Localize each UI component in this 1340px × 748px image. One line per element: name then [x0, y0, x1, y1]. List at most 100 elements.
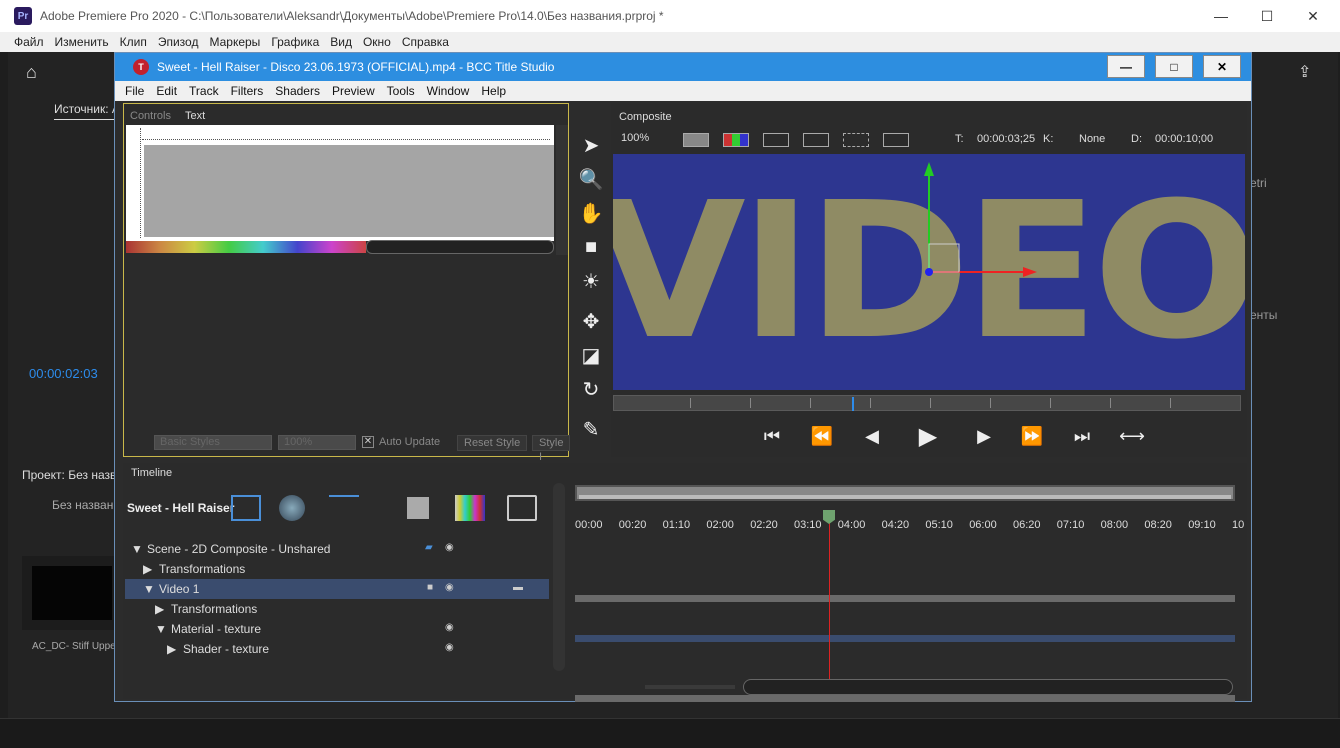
bcc-menu-item[interactable]: Track — [189, 84, 219, 98]
close-icon[interactable]: ✕ — [1290, 0, 1336, 32]
color-swatch-icon[interactable]: ■ — [427, 582, 433, 593]
tab-controls[interactable]: Controls — [130, 110, 171, 122]
controls-vertical-scrollbar[interactable] — [556, 125, 568, 255]
menu-item[interactable]: Справка — [402, 35, 449, 49]
menu-item[interactable]: Эпизод — [158, 35, 199, 49]
bcc-menu-item[interactable]: Edit — [156, 84, 177, 98]
bcc-menu-item[interactable]: Help — [481, 84, 506, 98]
track-row-transformations[interactable]: ▶ Transformations — [125, 559, 549, 579]
bcc-menu-item[interactable]: Filters — [231, 84, 264, 98]
timeline-vertical-scrollbar[interactable] — [553, 483, 565, 671]
work-area-range-bar[interactable] — [575, 485, 1235, 501]
composite-layer-icon[interactable] — [231, 495, 261, 521]
bcc-menu-item[interactable]: Shaders — [275, 84, 320, 98]
color-bars-icon[interactable] — [455, 495, 485, 521]
bcc-maximize-icon[interactable]: □ — [1155, 55, 1193, 78]
hand-icon[interactable]: ✋ — [577, 199, 605, 227]
auto-update-checkbox[interactable]: ✕ — [362, 436, 374, 448]
minimize-icon[interactable]: — — [1198, 0, 1244, 32]
go-to-end-icon[interactable]: ⏭ — [1065, 423, 1099, 449]
clip-thumbnail[interactable] — [22, 556, 122, 630]
project-tab[interactable]: Проект: Без назва — [22, 468, 123, 482]
color-gradient-bar[interactable] — [126, 241, 366, 253]
bcc-menu-item[interactable]: Tools — [387, 84, 415, 98]
time-ruler[interactable]: 00:00 00:20 01:10 02:00 02:20 03:10 04:00 04:20… — [575, 519, 1244, 539]
folder-icon[interactable]: ▰ — [425, 542, 433, 553]
t-timecode: 00:00:03;25 — [977, 133, 1036, 145]
menu-item[interactable]: Файл — [14, 35, 44, 49]
composite-viewer[interactable]: VIDEO — [613, 154, 1245, 390]
menu-item[interactable]: Клип — [120, 35, 147, 49]
text-scrollbar[interactable] — [366, 240, 554, 254]
scale-icon[interactable]: ◪ — [577, 341, 605, 369]
track-row-scene[interactable]: ▼ Scene - 2D Composite - Unshared ▰ ◉ — [125, 539, 549, 559]
eye-icon[interactable]: ◉ — [445, 642, 454, 653]
maximize-icon[interactable]: ☐ — [1244, 0, 1290, 32]
sphere-object-icon[interactable] — [279, 495, 305, 521]
eye-icon[interactable]: ◉ — [445, 582, 454, 593]
zoom-dropdown[interactable]: 100% — [621, 132, 649, 144]
rotate-icon[interactable]: ↻ — [577, 375, 605, 403]
timeline-horizontal-scrollbar[interactable] — [743, 679, 1233, 695]
play-icon[interactable]: ▶ — [911, 423, 945, 450]
tab-timeline[interactable]: Timeline — [131, 467, 172, 479]
reset-style-button[interactable]: Reset Style — [457, 435, 528, 451]
timeline-zoom-slider[interactable] — [645, 685, 735, 689]
source-timecode[interactable]: 00:00:02:03 — [29, 366, 98, 381]
rewind-icon[interactable]: ⏪ — [805, 423, 839, 449]
split-view-icon[interactable] — [883, 133, 909, 147]
zoom-icon[interactable]: 🔍 — [577, 165, 605, 193]
source-tab[interactable]: Источник: A — [54, 102, 120, 120]
move-icon[interactable]: ✥ — [577, 307, 605, 335]
menu-item[interactable]: Маркеры — [209, 35, 260, 49]
eye-icon[interactable]: ◉ — [445, 622, 454, 633]
step-forward-icon[interactable]: ▶ — [967, 423, 1001, 449]
basic-styles-input[interactable]: Basic Styles — [154, 435, 272, 450]
safe-area-icon[interactable] — [763, 133, 789, 147]
channels-icon[interactable] — [723, 133, 749, 147]
menu-item[interactable]: Изменить — [55, 35, 109, 49]
style-button[interactable]: Style I — [532, 435, 571, 463]
bcc-close-icon[interactable]: ✕ — [1203, 55, 1241, 78]
track-row-transformations[interactable]: ▶ Transformations — [125, 599, 549, 619]
light-icon[interactable]: ☀ — [577, 267, 605, 295]
text-edit-area[interactable] — [144, 145, 554, 237]
track-bar-scene[interactable] — [575, 595, 1235, 602]
select-arrow-icon[interactable]: ➤ — [577, 131, 605, 159]
go-to-start-icon[interactable]: ⏮ — [755, 423, 789, 449]
transform-gizmo-icon[interactable] — [613, 154, 1245, 390]
guides-icon[interactable] — [803, 133, 829, 147]
home-icon[interactable]: ⌂ — [26, 62, 37, 83]
camera-view-icon[interactable] — [843, 133, 869, 147]
track-row-video-1[interactable]: ▼ Video 1 ■ ◉ ▬ — [125, 579, 549, 599]
track-bar-shader[interactable] — [575, 695, 1235, 702]
loop-icon[interactable]: ⟷ — [1115, 423, 1149, 449]
share-icon[interactable]: ⇪ — [1298, 62, 1311, 82]
text-editor[interactable] — [126, 125, 554, 241]
eye-icon[interactable]: ◉ — [445, 542, 454, 553]
bcc-menu-item[interactable]: File — [125, 84, 144, 98]
tab-composite[interactable]: Composite — [619, 111, 672, 123]
add-track-icon[interactable] — [329, 495, 359, 521]
menu-item[interactable]: Вид — [330, 35, 352, 49]
track-bar-video-1[interactable] — [575, 635, 1235, 642]
track-row-shader[interactable]: ▶ Shader - texture ◉ — [125, 639, 549, 659]
bcc-minimize-icon[interactable]: — — [1107, 55, 1145, 78]
step-back-icon[interactable]: ◀ — [855, 423, 889, 449]
percent-input[interactable]: 100% — [278, 435, 356, 450]
background-color-icon[interactable] — [683, 133, 709, 147]
track-row-material[interactable]: ▼ Material - texture ◉ — [125, 619, 549, 639]
menu-item[interactable]: Окно — [363, 35, 391, 49]
bcc-menu-item[interactable]: Window — [427, 84, 470, 98]
bcc-menu-item[interactable]: Preview — [332, 84, 375, 98]
camera-icon[interactable]: ■ — [577, 233, 605, 261]
pen-icon[interactable]: ✎ — [577, 415, 605, 443]
timeline-clip-name: Sweet - Hell Raiser — [127, 501, 235, 515]
lock-icon[interactable]: ▬ — [513, 582, 523, 593]
tab-text[interactable]: Text — [185, 110, 205, 122]
fast-forward-icon[interactable]: ⏩ — [1015, 423, 1049, 449]
color-swatch-icon[interactable] — [407, 497, 429, 519]
preview-scrub-bar[interactable] — [613, 395, 1241, 411]
menu-item[interactable]: Графика — [271, 35, 319, 49]
open-folder-icon[interactable] — [507, 495, 537, 521]
